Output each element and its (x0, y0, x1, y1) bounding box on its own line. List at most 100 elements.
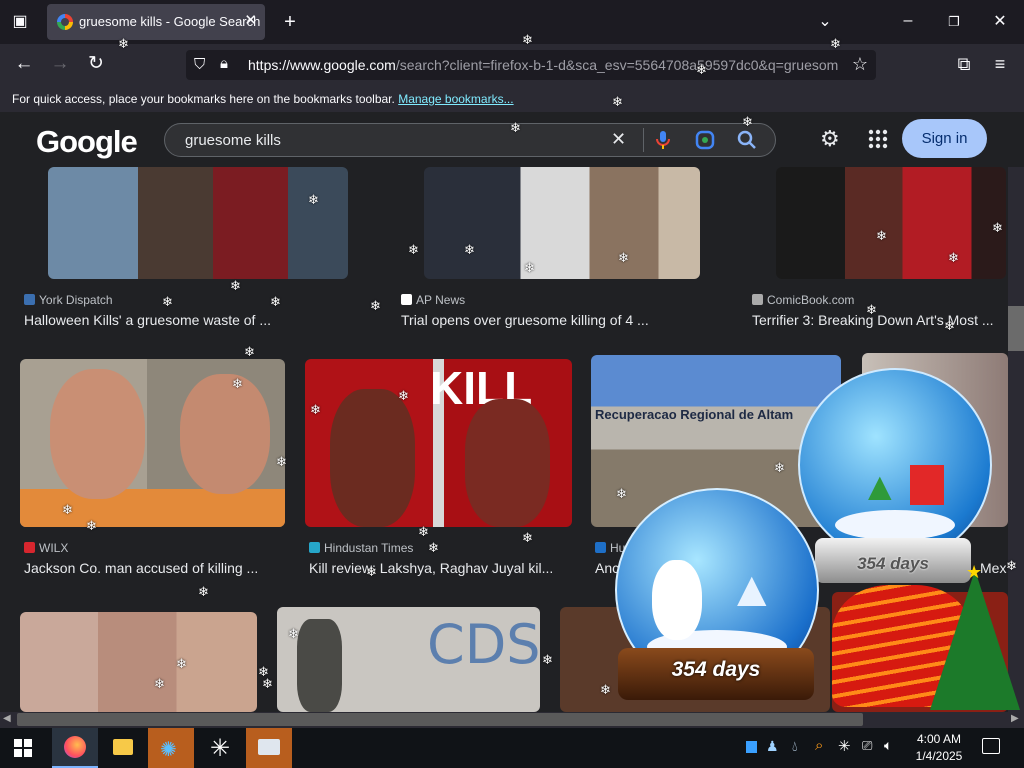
taskbar-clock[interactable]: 4:00 AM 1/4/2025 (906, 731, 972, 765)
extensions-icon[interactable]: ⧉ (952, 52, 976, 76)
vertical-scroll-thumb[interactable] (1008, 306, 1024, 351)
snowflake-icon: ❄ (118, 36, 129, 51)
tab-close-icon[interactable]: ✕ (244, 11, 257, 29)
sign-in-button[interactable]: Sign in (902, 119, 987, 158)
snowflake-icon: ❄ (510, 120, 521, 135)
snowflake-icon: ❄ (198, 584, 209, 599)
tab-active[interactable]: gruesome kills - Google Search ✕ (47, 4, 265, 40)
firefox-icon (64, 736, 86, 758)
google-apps-grid-icon[interactable] (868, 129, 888, 149)
result-thumbnail[interactable] (48, 167, 348, 279)
christmas-tree-icon (930, 570, 1020, 710)
tray-app-icon[interactable] (746, 741, 757, 753)
taskbar-firefox[interactable] (52, 728, 98, 768)
restore-icon[interactable]: ❐ (942, 10, 966, 34)
close-window-icon[interactable]: ✕ (988, 10, 1012, 34)
tray-droplet-icon[interactable]: 💧︎ (792, 738, 798, 755)
url-text: https://www.google.com/search?client=fir… (248, 57, 838, 73)
snowflake-icon: ❄ (612, 94, 623, 109)
result-source[interactable]: WILX (24, 541, 68, 555)
result-source[interactable]: AP News (401, 293, 465, 307)
app-globe-icon: ✺ (160, 739, 177, 761)
windows-start-icon[interactable] (14, 739, 32, 757)
bookmarks-message: For quick access, place your bookmarks h… (12, 92, 395, 106)
snowflake-icon: ❄ (244, 344, 255, 359)
snowflake-icon: ❄ (262, 676, 273, 691)
forward-icon[interactable]: → (48, 52, 72, 76)
result-caption[interactable]: Kill review: Lakshya, Raghav Juyal kil..… (309, 560, 553, 576)
search-input[interactable]: gruesome kills (185, 132, 281, 149)
snowflake-icon: ❄ (542, 652, 553, 667)
result-thumbnail[interactable] (776, 167, 1006, 279)
search-box[interactable]: gruesome kills ✕ (164, 123, 776, 157)
snowflake-icon: ❄ (310, 402, 321, 417)
back-icon[interactable]: ← (12, 52, 36, 76)
snow-globe-large[interactable]: ▲ (798, 368, 992, 562)
result-thumbnail[interactable] (20, 359, 285, 527)
google-favicon-icon (57, 14, 73, 30)
result-caption[interactable]: Halloween Kills' a gruesome waste of ... (24, 312, 271, 328)
taskbar-app-4[interactable]: ✳ (198, 728, 244, 768)
tray-people-icon[interactable]: ♟ (766, 738, 779, 755)
tray-snowflake-icon[interactable]: ✳ (838, 737, 851, 755)
snowflake-icon: ❄ (62, 502, 73, 517)
graffiti-text: CDS (427, 613, 540, 676)
snowflake-icon: ❄ (742, 114, 753, 129)
taskbar-app-3[interactable]: ✺ (148, 728, 194, 768)
taskbar-app-5[interactable] (246, 728, 292, 768)
snowman-icon (652, 560, 702, 640)
horizontal-scroll-thumb[interactable] (17, 713, 863, 726)
snowflake-icon: ❄ (288, 626, 299, 641)
snowflake-icon: ❄ (398, 388, 409, 403)
snowflake-icon: ❄ (86, 518, 97, 533)
tray-search-icon[interactable]: ⌕ (815, 737, 823, 754)
lock-icon[interactable]: 🔒︎ (220, 55, 228, 72)
manage-bookmarks-link[interactable]: Manage bookmarks... (398, 92, 513, 106)
menu-hamburger-icon[interactable]: ≡ (988, 52, 1012, 76)
notifications-icon[interactable] (982, 738, 1000, 754)
bookmark-star-icon[interactable]: ☆ (852, 54, 868, 75)
result-thumbnail[interactable]: CDS (277, 607, 540, 712)
gift-box-icon (910, 465, 944, 505)
snowflake-icon: ❄ (408, 242, 419, 257)
snowflake-icon: ❄ (270, 294, 281, 309)
snowflake-icon: ❄ (524, 260, 535, 275)
result-caption[interactable]: Jackson Co. man accused of killing ... (24, 560, 258, 576)
lens-search-icon[interactable] (695, 130, 715, 150)
url-bar[interactable]: ⛉ 🔒︎ https://www.google.com/search?clien… (186, 50, 876, 80)
search-submit-icon[interactable] (737, 130, 757, 150)
snowflake-icon: ❄ (830, 36, 841, 51)
result-thumbnail[interactable] (20, 612, 257, 712)
snowflake-icon: ❄ (176, 656, 187, 671)
firefox-view-icon[interactable]: ▣ (8, 10, 32, 34)
scroll-right-icon[interactable]: ▶ (1011, 713, 1019, 724)
settings-gear-icon[interactable]: ⚙ (820, 126, 840, 152)
result-source[interactable]: York Dispatch (24, 293, 113, 307)
site-favicon-icon (401, 294, 412, 305)
clear-search-icon[interactable]: ✕ (611, 129, 626, 150)
reload-icon[interactable]: ↻ (84, 52, 108, 76)
snowy-tree-icon: ▲ (727, 561, 777, 617)
tab-title: gruesome kills - Google Search (79, 14, 261, 29)
voice-search-icon[interactable] (655, 130, 671, 150)
taskbar-file-explorer[interactable] (100, 728, 146, 768)
result-thumbnail[interactable]: KILL (305, 359, 572, 527)
list-tabs-chevron-down-icon[interactable]: ⌄ (813, 10, 837, 34)
snowflake-icon: ❄ (774, 460, 785, 475)
snowflake-icon: ❄ (696, 62, 707, 77)
globe-small-days: 354 days (671, 658, 761, 681)
snowflake-icon: ❄ (616, 486, 627, 501)
tray-volume-icon[interactable]: 🔈︎ (884, 737, 892, 754)
result-source[interactable]: Hindustan Times (309, 541, 413, 555)
scroll-left-icon[interactable]: ◀ (3, 713, 11, 724)
minimize-icon[interactable]: – (896, 9, 920, 33)
tracking-shield-icon[interactable]: ⛉ (194, 56, 205, 73)
google-logo[interactable]: Google (36, 124, 138, 160)
result-thumbnail[interactable] (424, 167, 700, 279)
result-caption[interactable]: Trial opens over gruesome killing of 4 .… (401, 312, 649, 328)
result-source[interactable]: ComicBook.com (752, 293, 854, 307)
new-tab-icon[interactable]: + (278, 10, 302, 34)
snowflake-icon: ❄ (618, 250, 629, 265)
tray-network-icon[interactable]: ⎚ (862, 738, 872, 754)
site-favicon-icon (24, 542, 35, 553)
